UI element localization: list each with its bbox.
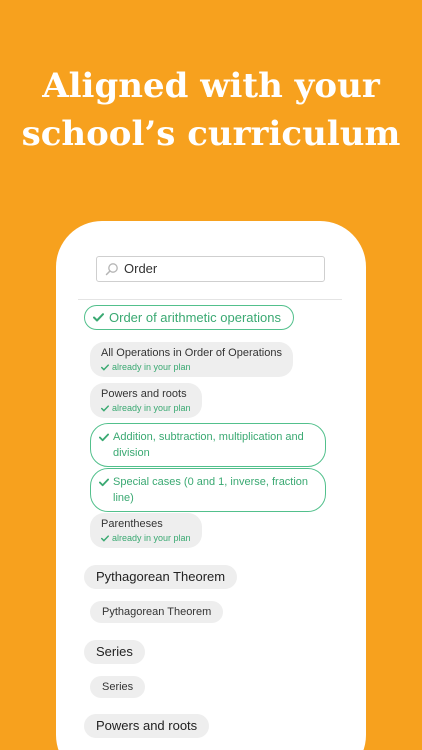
check-icon bbox=[93, 313, 104, 322]
check-icon bbox=[99, 433, 109, 442]
status-badge: already in your plan bbox=[101, 361, 282, 374]
subtopic-powers-and-roots[interactable]: Powers and roots already in your plan bbox=[90, 383, 202, 418]
topic-pythagorean-theorem[interactable]: Pythagorean Theorem bbox=[84, 565, 238, 589]
subtopic-pythagorean-theorem[interactable]: Pythagorean Theorem bbox=[90, 601, 224, 623]
topic-powers-and-roots[interactable]: Powers and roots bbox=[84, 714, 210, 738]
subtopic-label: Powers and roots bbox=[101, 388, 187, 400]
check-icon bbox=[99, 478, 109, 487]
check-icon bbox=[101, 405, 109, 412]
headline-line-2: school’s curriculum bbox=[21, 114, 401, 154]
topic-series[interactable]: Series bbox=[84, 640, 145, 664]
subtopic-all-operations[interactable]: All Operations in Order of Operations al… bbox=[90, 342, 293, 377]
subtopic-special-cases[interactable]: Special cases (0 and 1, inverse, fractio… bbox=[90, 468, 326, 512]
search-value: Order bbox=[124, 261, 158, 276]
status-text: already in your plan bbox=[112, 403, 191, 413]
subtopic-parentheses[interactable]: Parentheses already in your plan bbox=[90, 513, 202, 548]
subtopic-label: All Operations in Order of Operations bbox=[101, 347, 282, 359]
subtopic-label: Special cases (0 and 1, inverse, fractio… bbox=[113, 476, 309, 504]
search-input[interactable]: Order bbox=[96, 256, 325, 282]
check-icon bbox=[101, 535, 109, 542]
status-badge: already in your plan bbox=[101, 532, 191, 545]
check-icon bbox=[101, 364, 109, 371]
divider bbox=[78, 299, 342, 300]
phone-screen: Order Order of arithmetic operations All… bbox=[56, 221, 366, 750]
subtopic-addition-subtraction[interactable]: Addition, subtraction, multiplication an… bbox=[90, 423, 326, 467]
status-text: already in your plan bbox=[112, 533, 191, 543]
subtopic-label: Addition, subtraction, multiplication an… bbox=[113, 431, 304, 459]
subtopic-series[interactable]: Series bbox=[90, 676, 146, 698]
headline: Aligned with your school’s curriculum bbox=[0, 62, 422, 158]
topic-label: Order of arithmetic operations bbox=[109, 310, 281, 325]
headline-line-1: Aligned with your bbox=[42, 66, 380, 106]
status-badge: already in your plan bbox=[101, 402, 191, 415]
search-icon bbox=[105, 263, 118, 276]
topic-order-of-arithmetic-operations[interactable]: Order of arithmetic operations bbox=[84, 305, 294, 330]
subtopic-label: Parentheses bbox=[101, 518, 163, 530]
status-text: already in your plan bbox=[112, 362, 191, 372]
